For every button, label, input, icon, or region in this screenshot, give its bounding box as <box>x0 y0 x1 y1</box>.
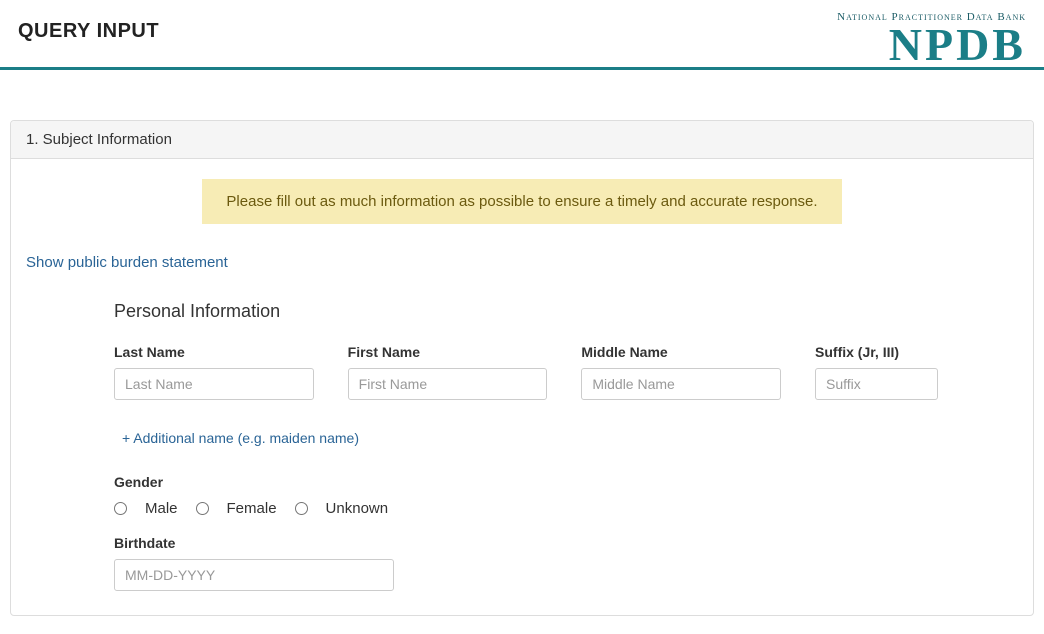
additional-name-link[interactable]: + Additional name (e.g. maiden name) <box>122 430 359 446</box>
subject-info-panel: 1. Subject Information Please fill out a… <box>10 120 1034 616</box>
suffix-input[interactable] <box>815 368 938 400</box>
first-name-col: First Name <box>348 344 548 400</box>
panel-body: Please fill out as much information as p… <box>11 159 1033 615</box>
suffix-label: Suffix (Jr, III) <box>815 344 938 360</box>
page-title: QUERY INPUT <box>18 20 159 67</box>
birthdate-input[interactable] <box>114 559 394 591</box>
content-area: 1. Subject Information Please fill out a… <box>0 70 1044 616</box>
gender-radio-female[interactable] <box>196 502 209 515</box>
gender-option-female: Female <box>196 500 277 517</box>
middle-name-col: Middle Name <box>581 344 781 400</box>
page-header: QUERY INPUT National Practitioner Data B… <box>0 0 1044 70</box>
middle-name-label: Middle Name <box>581 344 781 360</box>
last-name-label: Last Name <box>114 344 314 360</box>
form-area: Personal Information Last Name First Nam… <box>26 301 1018 591</box>
gender-group: Male Female Unknown <box>114 500 938 517</box>
last-name-input[interactable] <box>114 368 314 400</box>
middle-name-input[interactable] <box>581 368 781 400</box>
first-name-label: First Name <box>348 344 548 360</box>
name-field-row: Last Name First Name Middle Name Suffix … <box>114 344 938 400</box>
info-alert: Please fill out as much information as p… <box>202 179 842 224</box>
gender-label: Gender <box>114 474 938 490</box>
logo-block: National Practitioner Data Bank NPDB <box>837 11 1026 67</box>
gender-option-male: Male <box>114 500 178 517</box>
gender-radio-unknown[interactable] <box>295 502 308 515</box>
logo-text: NPDB <box>889 23 1026 67</box>
gender-female-label: Female <box>227 500 277 517</box>
gender-radio-male[interactable] <box>114 502 127 515</box>
public-burden-link[interactable]: Show public burden statement <box>26 254 228 271</box>
gender-unknown-label: Unknown <box>326 500 389 517</box>
suffix-col: Suffix (Jr, III) <box>815 344 938 400</box>
first-name-input[interactable] <box>348 368 548 400</box>
gender-male-label: Male <box>145 500 178 517</box>
panel-heading: 1. Subject Information <box>11 121 1033 159</box>
last-name-col: Last Name <box>114 344 314 400</box>
gender-option-unknown: Unknown <box>295 500 389 517</box>
birthdate-label: Birthdate <box>114 535 938 551</box>
section-title: Personal Information <box>114 301 938 322</box>
